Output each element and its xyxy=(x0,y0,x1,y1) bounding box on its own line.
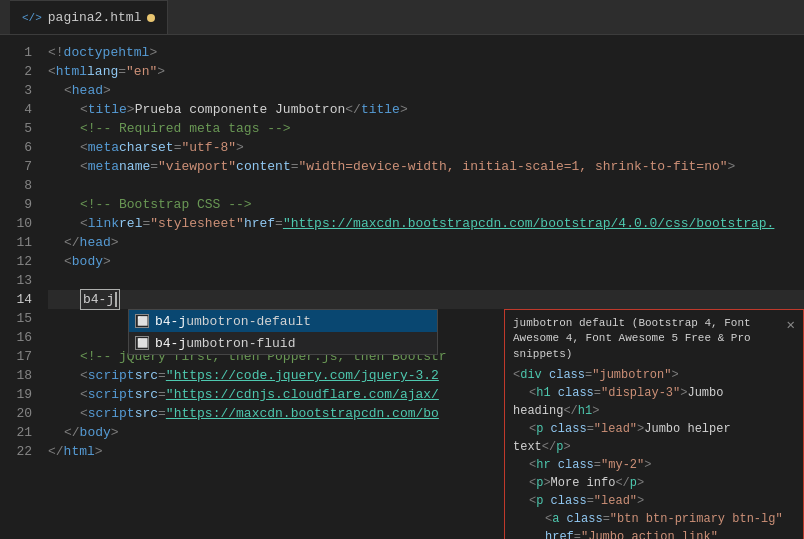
line-num-8: 8 xyxy=(0,176,32,195)
autocomplete-label-2: b4-jumbotron-fluid xyxy=(155,336,295,351)
line-num-6: 6 xyxy=(0,138,32,157)
line-num-19: 19 xyxy=(0,385,32,404)
modified-dot xyxy=(147,14,155,22)
code-line-11: </head> xyxy=(48,233,804,252)
line-num-5: 5 xyxy=(0,119,32,138)
code-line-13 xyxy=(48,271,804,290)
line-num-16: 16 xyxy=(0,328,32,347)
line-num-10: 10 xyxy=(0,214,32,233)
autocomplete-item-1[interactable]: ⬜ b4-jumbotron-default xyxy=(129,310,437,332)
code-line-1: <!doctype html> xyxy=(48,43,804,62)
preview-code-line-7: <a class="btn btn-primary btn-lg" xyxy=(513,510,795,528)
preview-header: jumbotron default (Bootstrap 4, Font Awe… xyxy=(513,316,795,362)
code-line-8 xyxy=(48,176,804,195)
code-line-5: <!-- Required meta tags --> xyxy=(48,119,804,138)
code-line-10: <link rel="stylesheet" href="https://max… xyxy=(48,214,804,233)
line-num-21: 21 xyxy=(0,423,32,442)
preview-code-line-6: <p class="lead"> xyxy=(513,492,795,510)
tab-bar: </> pagina2.html xyxy=(0,0,804,35)
line-num-18: 18 xyxy=(0,366,32,385)
preview-title: jumbotron default (Bootstrap 4, Font Awe… xyxy=(513,316,773,362)
preview-code-line-8: href="Jumbo_action_link" xyxy=(513,528,795,539)
preview-code-line-5: <p>More info</p> xyxy=(513,474,795,492)
code-line-3: <head> xyxy=(48,81,804,100)
line-num-15: 15 xyxy=(0,309,32,328)
line-num-17: 17 xyxy=(0,347,32,366)
autocomplete-label-1: b4-jumbotron-default xyxy=(155,314,311,329)
line-num-2: 2 xyxy=(0,62,32,81)
snippet-icon-1: ⬜ xyxy=(135,314,149,328)
line-num-1: 1 xyxy=(0,43,32,62)
tab-filename: pagina2.html xyxy=(48,10,142,25)
code-line-12: <body> xyxy=(48,252,804,271)
autocomplete-dropdown[interactable]: ⬜ b4-jumbotron-default ⬜ b4-jumbotron-fl… xyxy=(128,309,438,355)
editor: 1 2 3 4 5 6 7 8 9 10 11 12 13 14 15 16 1… xyxy=(0,35,804,539)
line-num-7: 7 xyxy=(0,157,32,176)
file-icon: </> xyxy=(22,12,42,24)
preview-panel: jumbotron default (Bootstrap 4, Font Awe… xyxy=(504,309,804,539)
line-numbers: 1 2 3 4 5 6 7 8 9 10 11 12 13 14 15 16 1… xyxy=(0,35,40,539)
preview-code-line-3: <p class="lead">Jumbo helper text</p> xyxy=(513,420,795,456)
preview-close-button[interactable]: ✕ xyxy=(787,316,795,362)
line-num-13: 13 xyxy=(0,271,32,290)
typed-text: b4-j xyxy=(80,289,120,310)
code-line-9: <!-- Bootstrap CSS --> xyxy=(48,195,804,214)
line-num-11: 11 xyxy=(0,233,32,252)
code-editor[interactable]: <!doctype html> <html lang="en"> <head> … xyxy=(40,35,804,539)
line-num-14: 14 xyxy=(0,290,32,309)
autocomplete-item-2[interactable]: ⬜ b4-jumbotron-fluid xyxy=(129,332,437,354)
line-num-12: 12 xyxy=(0,252,32,271)
snippet-icon-2: ⬜ xyxy=(135,336,149,350)
code-line-4: <title>Prueba componente Jumbotron</titl… xyxy=(48,100,804,119)
preview-code-line-1: <div class="jumbotron"> xyxy=(513,366,795,384)
preview-code-block: <div class="jumbotron"> <h1 class="displ… xyxy=(513,366,795,539)
preview-code-line-4: <hr class="my-2"> xyxy=(513,456,795,474)
code-line-7: <meta name="viewport" content="width=dev… xyxy=(48,157,804,176)
preview-code-line-2: <h1 class="display-3">Jumbo heading</h1> xyxy=(513,384,795,420)
line-num-22: 22 xyxy=(0,442,32,461)
code-line-6: <meta charset="utf-8"> xyxy=(48,138,804,157)
line-num-9: 9 xyxy=(0,195,32,214)
code-line-14: b4-j xyxy=(48,290,804,309)
line-num-4: 4 xyxy=(0,100,32,119)
editor-tab[interactable]: </> pagina2.html xyxy=(10,0,168,34)
line-num-20: 20 xyxy=(0,404,32,423)
code-line-2: <html lang="en"> xyxy=(48,62,804,81)
line-num-3: 3 xyxy=(0,81,32,100)
